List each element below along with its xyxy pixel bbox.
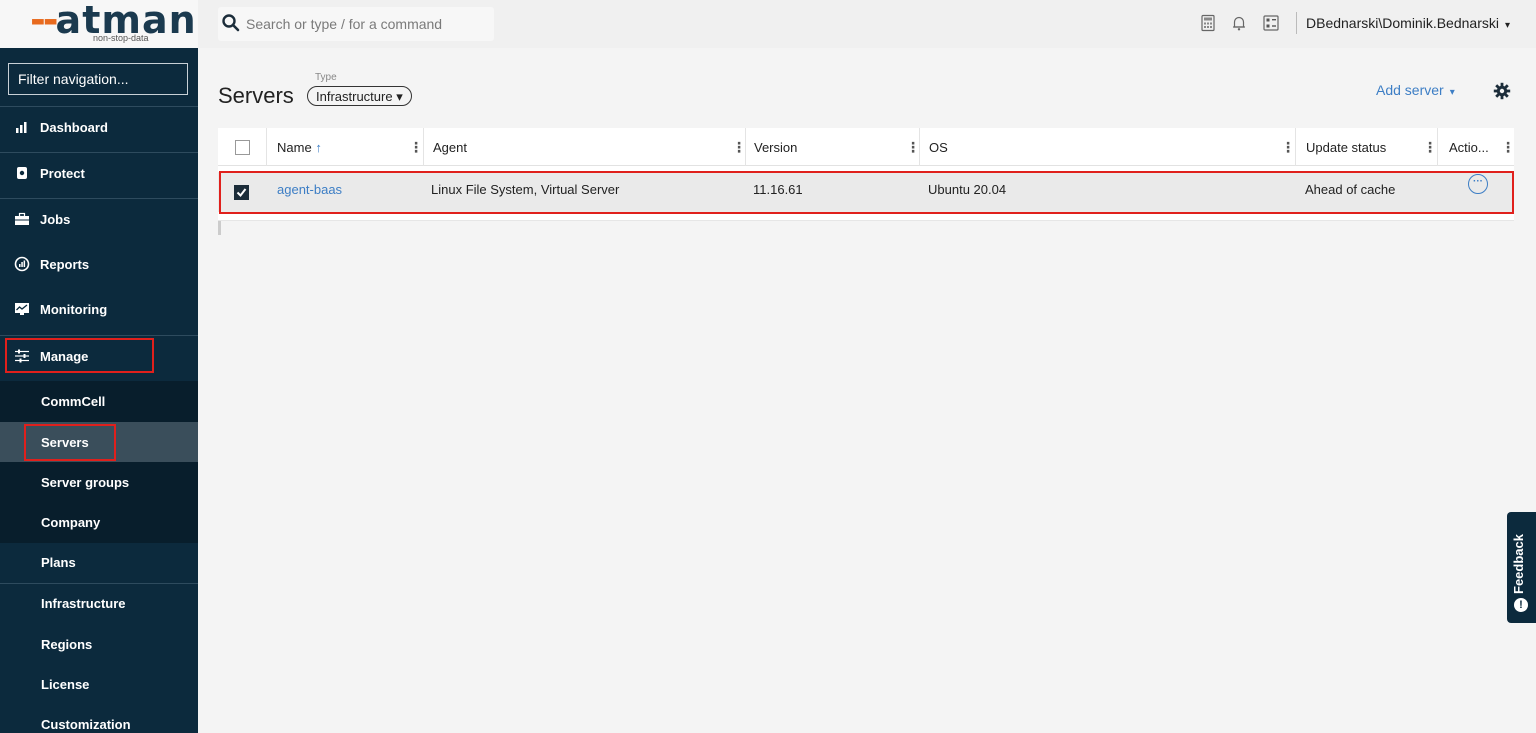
search-input[interactable]: [246, 13, 486, 35]
user-name: DBednarski\Dominik.Bednarski: [1306, 15, 1499, 31]
highlight-box: [5, 338, 154, 373]
shield-icon: [17, 167, 27, 179]
sidebar-subitem-label: Plans: [41, 555, 76, 570]
type-filter-value: Infrastructure: [316, 89, 393, 104]
sidebar: Filter navigation... Dashboard Protect J…: [0, 48, 198, 733]
filter-navigation-input[interactable]: Filter navigation...: [8, 63, 188, 95]
briefcase-icon: [15, 212, 29, 225]
user-menu[interactable]: DBednarski\Dominik.Bednarski ▾: [1306, 15, 1510, 31]
bell-icon[interactable]: [1230, 14, 1248, 32]
sidebar-item-label: Jobs: [40, 212, 71, 227]
column-header-agent[interactable]: Agent: [433, 140, 467, 155]
sidebar-subitem-label: Infrastructure: [41, 596, 126, 611]
scrollbar-thumb[interactable]: [218, 221, 221, 235]
top-bar: --atman non-stop-data DBednarski\Dominik…: [0, 0, 1536, 48]
sidebar-item-protect[interactable]: Protect: [0, 152, 198, 197]
sidebar-item-label: Protect: [40, 166, 85, 181]
sidebar-item-monitoring[interactable]: Monitoring: [0, 288, 198, 333]
dashboard-icon: [16, 122, 27, 133]
table-horizontal-scrollbar[interactable]: [218, 220, 1514, 235]
search-icon: [222, 14, 240, 32]
column-menu-icon[interactable]: ⋮: [1501, 139, 1515, 156]
chevron-down-icon: ▾: [1504, 20, 1510, 31]
calculator-icon[interactable]: [1199, 14, 1217, 32]
type-filter-label: Type: [315, 72, 337, 83]
sidebar-subitem-server-groups[interactable]: Server groups: [0, 462, 198, 502]
sidebar-subitem-label: Customization: [41, 717, 131, 732]
column-divider: [1437, 128, 1438, 166]
servers-table: Name ↑ ⋮ Agent ⋮ Version ⋮ OS ⋮ Update s…: [218, 128, 1515, 235]
column-header-version[interactable]: Version: [754, 140, 797, 155]
sidebar-subitem-label: Company: [41, 515, 101, 530]
sidebar-item-reports[interactable]: Reports: [0, 243, 198, 288]
reports-icon: [14, 256, 30, 272]
add-server-button[interactable]: Add server ▾: [1376, 82, 1455, 98]
sidebar-subitem-plans[interactable]: Plans: [0, 542, 198, 582]
sidebar-subitem-customization[interactable]: Customization: [0, 704, 198, 733]
sidebar-subitem-regions[interactable]: Regions: [0, 624, 198, 664]
add-server-label: Add server: [1376, 82, 1444, 98]
column-header-label: Name: [277, 140, 312, 155]
column-menu-icon[interactable]: ⋮: [1281, 139, 1295, 156]
column-menu-icon[interactable]: ⋮: [732, 139, 746, 156]
info-icon: !: [1514, 598, 1528, 612]
chevron-down-icon: ▾: [396, 89, 403, 104]
sidebar-subitem-company[interactable]: Company: [0, 502, 198, 542]
column-menu-icon[interactable]: ⋮: [906, 139, 920, 156]
sidebar-subitem-commcell[interactable]: CommCell: [0, 381, 198, 421]
column-menu-icon[interactable]: ⋮: [409, 139, 423, 156]
column-divider: [1295, 128, 1296, 166]
sidebar-item-label: Monitoring: [40, 302, 108, 317]
sidebar-subitem-label: License: [41, 677, 90, 692]
column-menu-icon[interactable]: ⋮: [1423, 139, 1437, 156]
brand-logo[interactable]: --atman non-stop-data: [0, 0, 198, 48]
chevron-down-icon: ▾: [1449, 87, 1455, 98]
feedback-tab[interactable]: Feedback !: [1507, 512, 1536, 623]
type-filter-dropdown[interactable]: Infrastructure ▾: [307, 86, 412, 106]
sidebar-subitem-label: Regions: [41, 637, 93, 652]
logo-dashes: --: [30, 0, 58, 42]
sort-ascending-icon: ↑: [315, 140, 322, 155]
gear-icon[interactable]: [1493, 82, 1511, 100]
column-header-actions[interactable]: Actio...: [1449, 140, 1489, 155]
sidebar-subitem-license[interactable]: License: [0, 664, 198, 704]
switch-icon[interactable]: [1262, 14, 1280, 32]
sidebar-subitem-label: Server groups: [41, 475, 130, 490]
logo-tagline: non-stop-data: [93, 33, 149, 43]
column-header-os[interactable]: OS: [929, 140, 948, 155]
select-all-checkbox[interactable]: [235, 140, 250, 155]
sidebar-item-label: Reports: [40, 257, 90, 272]
column-divider: [266, 128, 267, 166]
sidebar-item-jobs[interactable]: Jobs: [0, 198, 198, 243]
sidebar-item-dashboard[interactable]: Dashboard: [0, 106, 198, 151]
column-divider: [745, 128, 746, 166]
column-divider: [919, 128, 920, 166]
sidebar-subitem-infrastructure[interactable]: Infrastructure: [0, 583, 198, 623]
highlight-box: [24, 424, 116, 461]
highlight-box: [219, 171, 1514, 214]
sidebar-subitem-label: CommCell: [41, 394, 106, 409]
monitor-icon: [15, 303, 29, 315]
column-divider: [423, 128, 424, 166]
column-header-update-status[interactable]: Update status: [1306, 140, 1386, 155]
page-title: Servers: [218, 83, 294, 108]
column-header-name[interactable]: Name ↑: [277, 140, 322, 155]
search-box[interactable]: [218, 7, 494, 41]
sidebar-item-label: Dashboard: [40, 120, 108, 135]
header-divider: [1296, 12, 1297, 34]
feedback-label: Feedback: [1511, 534, 1526, 594]
table-header: Name ↑ ⋮ Agent ⋮ Version ⋮ OS ⋮ Update s…: [218, 128, 1515, 166]
